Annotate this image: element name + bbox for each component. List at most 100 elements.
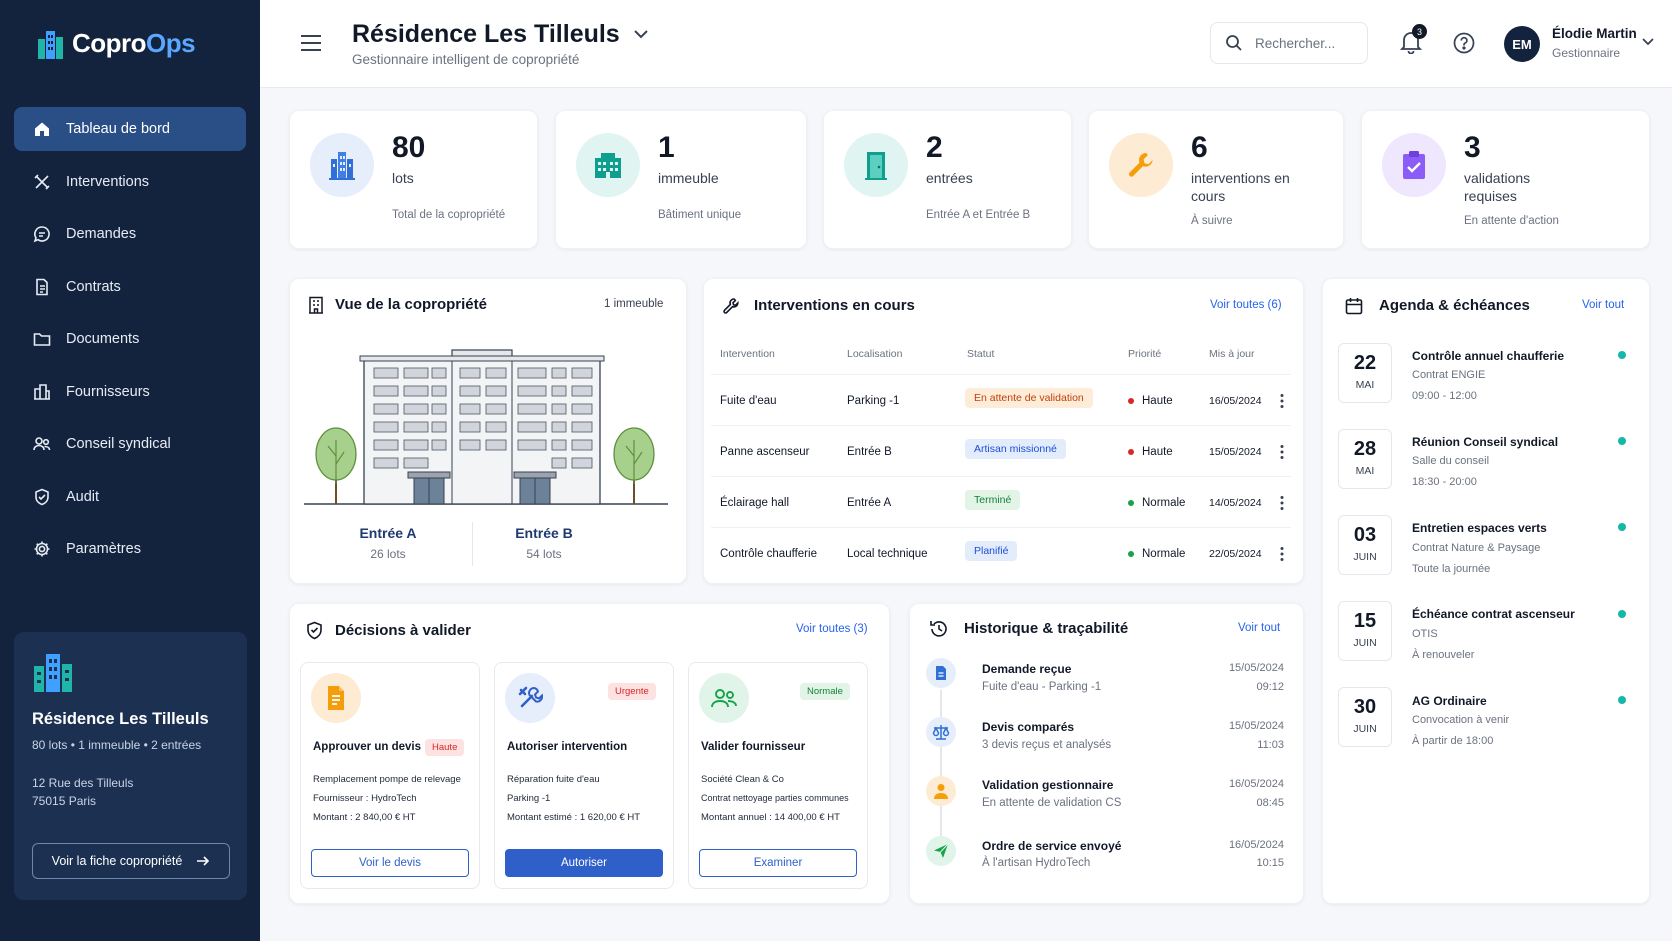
intervention-name: Contrôle chaufferie [720,548,817,560]
date-day: 28 [1353,438,1377,460]
shield-check-icon [307,621,322,640]
more-options-icon[interactable] [1279,495,1285,511]
search-icon [1226,35,1242,51]
view-residence-label: Voir la fiche copropriété [51,854,183,868]
updated-date: 22/05/2024 [1209,548,1262,560]
stat-number: 3 [1464,131,1481,164]
column-header: Statut [967,348,995,360]
decision-amount: Montant estimé : 1 620,00 € HT [507,812,641,823]
column-header: Priorité [1128,348,1162,360]
sidebar-item-documents[interactable]: Documents [14,317,246,361]
menu-icon[interactable] [300,34,322,52]
date-box: 03 JUIN [1338,515,1392,575]
agenda-item-time: Toute la journée [1412,563,1491,575]
arrow-right-icon [197,856,210,866]
decision-detail: Réparation fuite d'eau [507,774,600,785]
tools-icon [505,673,555,723]
document-icon [926,658,956,688]
sidebar-item-label: Demandes [66,226,137,242]
decision-title: Autoriser intervention [507,741,628,753]
more-options-icon[interactable] [1279,444,1285,460]
column-header: Mis à jour [1209,348,1255,360]
status-dot [1618,351,1626,359]
search-input[interactable]: Rechercher... [1210,22,1368,64]
examine-button[interactable]: Examiner [699,849,857,877]
sidebar-item-tableau-de-bord[interactable]: Tableau de bord [14,107,246,151]
wrench-icon [1109,133,1173,197]
more-options-icon[interactable] [1279,393,1285,409]
history-item-time: 08:45 [1256,797,1284,809]
table-divider [711,476,1291,477]
sidebar-item-demandes[interactable]: Demandes [14,212,246,256]
column-header: Localisation [847,348,903,360]
decision-detail: Société Clean & Co [701,774,784,785]
sidebar-item-audit[interactable]: Audit [14,475,246,519]
updated-date: 15/05/2024 [1209,446,1262,458]
sidebar-item-label: Conseil syndical [66,436,171,452]
residence-summary: 80 lots • 1 immeuble • 2 entrées [32,738,202,752]
help-icon[interactable] [1453,32,1475,54]
more-options-icon[interactable] [1279,546,1285,562]
stat-card-entrees[interactable]: 2 entrées Entrée A et Entrée B [823,110,1072,249]
history-item-time: 10:15 [1256,857,1284,869]
interventions-view-all-link[interactable]: Voir toutes (6) [1210,299,1282,311]
history-item-time: 09:12 [1256,681,1284,693]
entrance-b-lots: 54 lots [526,547,562,561]
view-quote-button[interactable]: Voir le devis [311,849,469,877]
date-box: 15 JUIN [1338,601,1392,661]
avatar[interactable]: EM [1504,26,1540,62]
entrance-a-lots: 26 lots [370,547,406,561]
top-header: Résidence Les Tilleuls Gestionnaire inte… [260,0,1672,88]
history-item-title: Demande reçue [982,662,1072,676]
residence-selector[interactable]: Résidence Les Tilleuls [352,20,648,49]
entrance-b-name[interactable]: Entrée B [514,525,574,541]
table-divider [711,527,1291,528]
decisions-view-all-link[interactable]: Voir toutes (3) [796,623,868,635]
agenda-item-title: Réunion Conseil syndical [1412,435,1559,449]
stat-card-lots[interactable]: 80 lots Total de la copropriété [289,110,538,249]
stat-caption: Entrée A et Entrée B [926,209,1031,221]
decision-card: Normale Valider fournisseur Société Clea… [688,662,868,889]
building-outline-icon [309,296,323,314]
table-divider [711,425,1291,426]
priority-badge: Haute [425,739,465,756]
user-icon [926,776,956,806]
user-menu-chevron-icon[interactable] [1642,38,1654,46]
updated-date: 16/05/2024 [1209,395,1262,407]
stat-label: immeuble [658,170,719,186]
history-clock-icon [930,621,947,637]
sidebar-item-conseil-syndical[interactable]: Conseil syndical [14,422,246,466]
agenda-view-all-link[interactable]: Voir tout [1582,299,1624,311]
users-icon [33,437,51,451]
priority-indicator: Normale [1128,548,1185,560]
stat-caption: Total de la copropriété [392,209,506,221]
date-month: JUIN [1353,723,1377,735]
stat-label: interventions en cours [1191,170,1290,204]
status-dot [1618,610,1626,618]
view-residence-button[interactable]: Voir la fiche copropriété [32,843,230,879]
history-view-all-link[interactable]: Voir tout [1238,622,1280,634]
sidebar-item-parametres[interactable]: Paramètres [14,527,246,571]
agenda-item-time: À renouveler [1412,649,1475,661]
entrance-divider [472,522,473,566]
app-logo[interactable]: CoproOps [36,28,196,59]
intervention-location: Entrée A [847,497,892,509]
sidebar-item-fournisseurs[interactable]: Fournisseurs [14,370,246,414]
door-icon [844,133,908,197]
authorize-button[interactable]: Autoriser [505,849,663,877]
sidebar-item-contrats[interactable]: Contrats [14,265,246,309]
stat-card-interventions[interactable]: 6 interventions en cours À suivre [1088,110,1344,249]
decision-amount: Montant annuel : 14 400,00 € HT [701,812,840,823]
intervention-name: Fuite d'eau [720,395,777,407]
entrance-a-name[interactable]: Entrée A [359,525,417,541]
intervention-location: Local technique [847,548,928,560]
stat-card-immeuble[interactable]: 1 immeuble Bâtiment unique [555,110,807,249]
apartment-building-icon [576,133,640,197]
sidebar-item-interventions[interactable]: Interventions [14,160,246,204]
date-box: 30 JUIN [1338,687,1392,747]
decision-title: Approuver un devis [313,741,421,753]
status-badge: Terminé [965,490,1021,510]
date-day: 30 [1353,696,1377,718]
stat-card-validations[interactable]: 3 validations requises En attente d'acti… [1361,110,1650,249]
column-header: Intervention [720,348,775,360]
